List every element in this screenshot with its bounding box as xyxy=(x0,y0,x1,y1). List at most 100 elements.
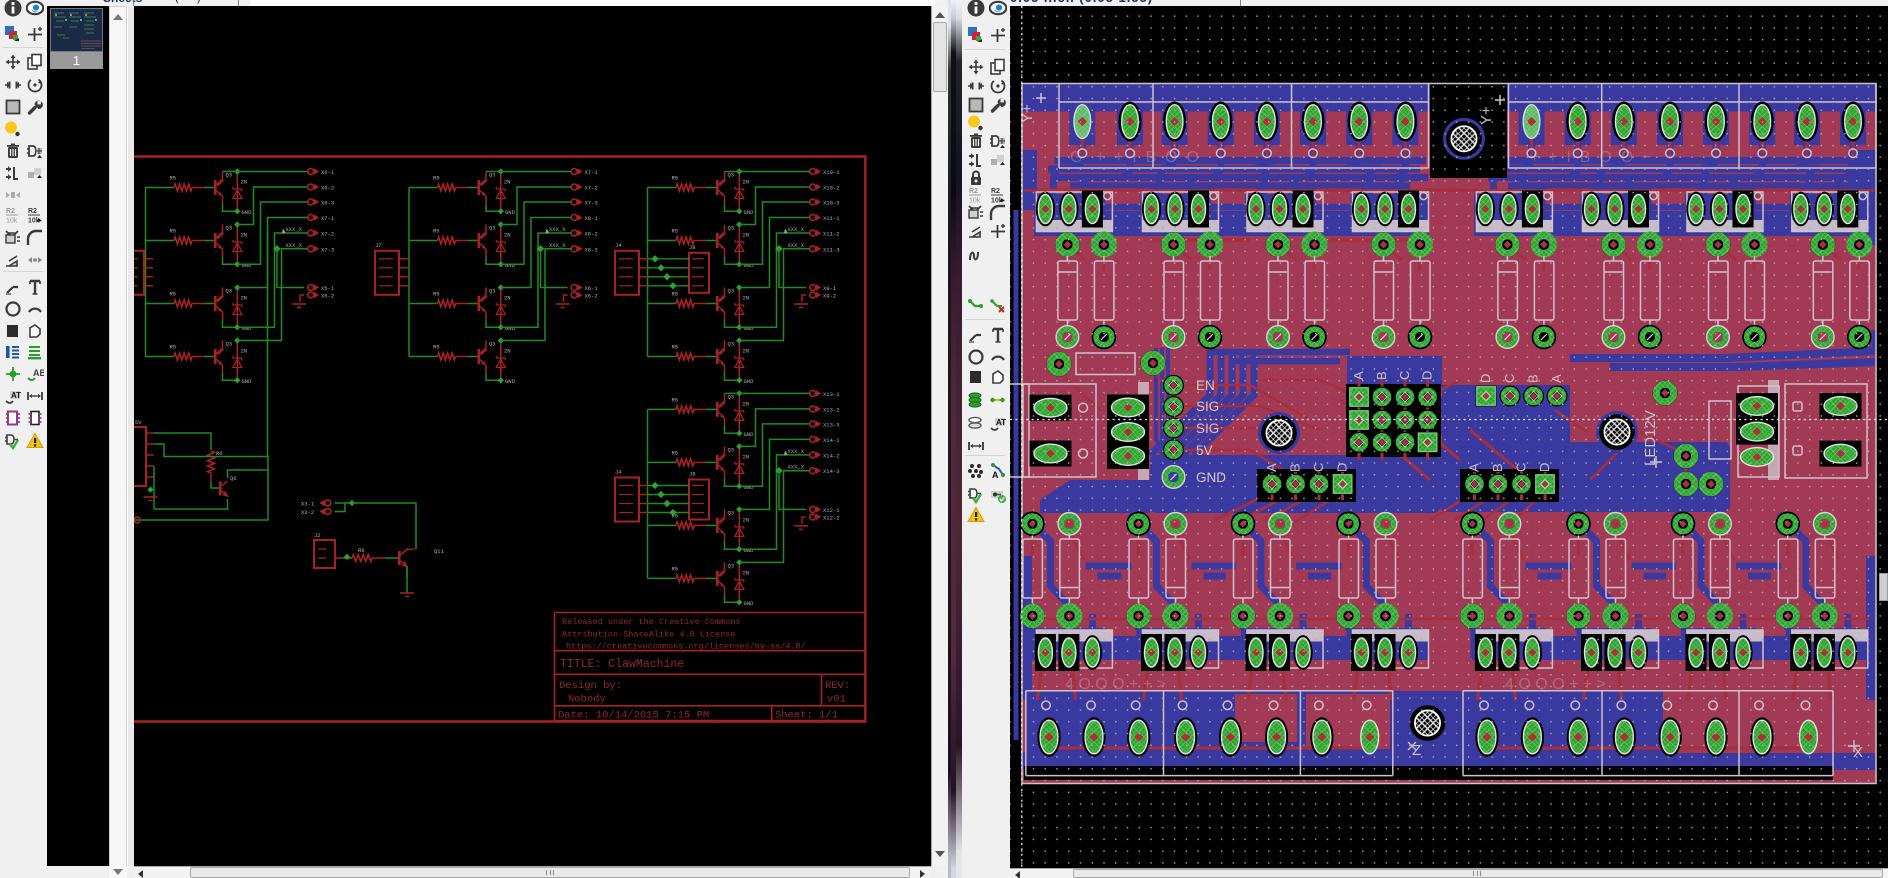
svg-text:2N: 2N xyxy=(241,295,248,302)
svg-text:X6-2: X6-2 xyxy=(585,293,598,300)
svg-text:J7: J7 xyxy=(375,242,382,249)
svg-text:X8-2: X8-2 xyxy=(585,231,598,238)
svg-text:Attribution-ShareAlike 4.0 Lic: Attribution-ShareAlike 4.0 License xyxy=(562,630,735,640)
svg-text:X6-1: X6-1 xyxy=(321,169,335,176)
svg-text:Sheet: 1/1: Sheet: 1/1 xyxy=(775,710,838,722)
svg-text:2N: 2N xyxy=(743,348,750,355)
svg-text:XXX_X: XXX_X xyxy=(286,242,303,249)
svg-text:R5: R5 xyxy=(672,344,679,351)
svg-text:GND: GND xyxy=(744,547,755,554)
svg-text:X11-3: X11-3 xyxy=(823,246,840,253)
svg-text:GND: GND xyxy=(505,378,516,385)
svg-text:X10-2: X10-2 xyxy=(823,185,840,192)
svg-text:X6-3: X6-3 xyxy=(321,200,334,207)
svg-text:X10-1: X10-1 xyxy=(823,169,840,176)
svg-text:X11-2: X11-2 xyxy=(823,231,840,238)
svg-text:X7-2: X7-2 xyxy=(321,231,334,238)
svg-text:X3-1: X3-1 xyxy=(301,501,315,508)
svg-text:X14-2: X14-2 xyxy=(823,452,840,459)
svg-text:R5: R5 xyxy=(672,449,679,456)
svg-text:GND: GND xyxy=(505,262,516,269)
svg-text:2N: 2N xyxy=(504,232,511,239)
svg-text:R5: R5 xyxy=(170,344,177,351)
svg-text:Date: 10/14/2015 7:15 PM: Date: 10/14/2015 7:15 PM xyxy=(558,710,709,722)
svg-text:Q3: Q3 xyxy=(226,341,233,348)
svg-text:Q3: Q3 xyxy=(226,172,233,179)
svg-text:Released under the Creative Co: Released under the Creative Commons xyxy=(562,617,741,627)
svg-text:2N: 2N xyxy=(743,569,750,576)
svg-text:X8-3: X8-3 xyxy=(585,246,598,253)
svg-text:Q3: Q3 xyxy=(728,341,735,348)
svg-text:R5: R5 xyxy=(672,228,679,235)
svg-text:X7-3: X7-3 xyxy=(321,246,334,253)
svg-text:2N: 2N xyxy=(241,348,248,355)
svg-text:GND: GND xyxy=(242,325,253,332)
svg-text:Q11: Q11 xyxy=(434,548,445,555)
svg-text:2N: 2N xyxy=(504,179,511,186)
svg-text:J4: J4 xyxy=(615,469,622,476)
svg-text:X7-1: X7-1 xyxy=(585,169,599,176)
svg-text:XXX_X: XXX_X xyxy=(549,242,566,249)
svg-text:J2: J2 xyxy=(314,532,321,539)
svg-text:R5: R5 xyxy=(672,175,679,182)
svg-text:R5: R5 xyxy=(672,396,679,403)
svg-text:2N: 2N xyxy=(743,295,750,302)
svg-text:Q3: Q3 xyxy=(728,509,735,516)
svg-text:GND: GND xyxy=(242,262,253,269)
svg-text:Q3: Q3 xyxy=(728,225,735,232)
svg-text:Q3: Q3 xyxy=(728,562,735,569)
svg-text:GND: GND xyxy=(744,484,755,491)
svg-text:v01: v01 xyxy=(827,694,846,706)
svg-text:X5-1: X5-1 xyxy=(321,285,335,292)
svg-text:R5: R5 xyxy=(433,175,440,182)
svg-text:X7-1: X7-1 xyxy=(321,215,335,222)
svg-text:GND: GND xyxy=(744,600,755,607)
svg-text:XXX_X: XXX_X xyxy=(549,226,566,233)
svg-text:J8: J8 xyxy=(689,471,696,478)
svg-text:Q3: Q3 xyxy=(728,288,735,295)
svg-text:R9: R9 xyxy=(358,547,365,554)
svg-text:Q3: Q3 xyxy=(226,225,233,232)
svg-text:R5: R5 xyxy=(170,228,177,235)
svg-text:GND: GND xyxy=(242,209,253,216)
svg-text:GND: GND xyxy=(744,209,755,216)
svg-text:XXX_X: XXX_X xyxy=(788,448,805,455)
svg-text:XXX_X: XXX_X xyxy=(286,226,303,233)
svg-text:R5: R5 xyxy=(170,175,177,182)
svg-text:XXX_X: XXX_X xyxy=(788,464,805,471)
svg-text:X6-2: X6-2 xyxy=(321,185,334,192)
svg-text:TITLE: ClawMachine: TITLE: ClawMachine xyxy=(560,658,684,671)
svg-text:Q3: Q3 xyxy=(489,288,496,295)
svg-text:2N: 2N xyxy=(743,453,750,460)
svg-text:X7-2: X7-2 xyxy=(585,185,598,192)
svg-text:Q3: Q3 xyxy=(489,341,496,348)
svg-text:X9-2: X9-2 xyxy=(823,293,836,300)
svg-text:X14-3: X14-3 xyxy=(823,468,840,475)
svg-text:X14-1: X14-1 xyxy=(823,437,840,444)
svg-text:Q3: Q3 xyxy=(489,225,496,232)
svg-text:Q3: Q3 xyxy=(728,172,735,179)
svg-text:2N: 2N xyxy=(241,179,248,186)
svg-text:https://creativecommons.org/li: https://creativecommons.org/licenses/by-… xyxy=(566,642,806,652)
svg-text:J4: J4 xyxy=(615,242,622,249)
svg-text:Q3: Q3 xyxy=(728,393,735,400)
svg-text:Nobody: Nobody xyxy=(568,694,606,706)
svg-text:R5: R5 xyxy=(672,291,679,298)
svg-text:Design by:: Design by: xyxy=(559,680,622,692)
svg-text:X6-1: X6-1 xyxy=(585,285,599,292)
svg-text:X10-3: X10-3 xyxy=(823,200,840,207)
svg-text:X8-1: X8-1 xyxy=(585,215,599,222)
svg-text:2N: 2N xyxy=(241,232,248,239)
svg-text:2N: 2N xyxy=(743,400,750,407)
svg-text:GND: GND xyxy=(505,209,516,216)
svg-text:GND: GND xyxy=(744,378,755,385)
svg-text:GND: GND xyxy=(744,262,755,269)
svg-text:GND: GND xyxy=(744,325,755,332)
svg-text:X7-3: X7-3 xyxy=(585,200,598,207)
svg-text:2N: 2N xyxy=(504,295,511,302)
svg-text:Q6: Q6 xyxy=(230,475,237,482)
svg-text:5V: 5V xyxy=(135,419,142,426)
svg-text:Q3: Q3 xyxy=(489,172,496,179)
svg-text:REV:: REV: xyxy=(825,680,850,692)
svg-text:X12-2: X12-2 xyxy=(823,514,840,521)
